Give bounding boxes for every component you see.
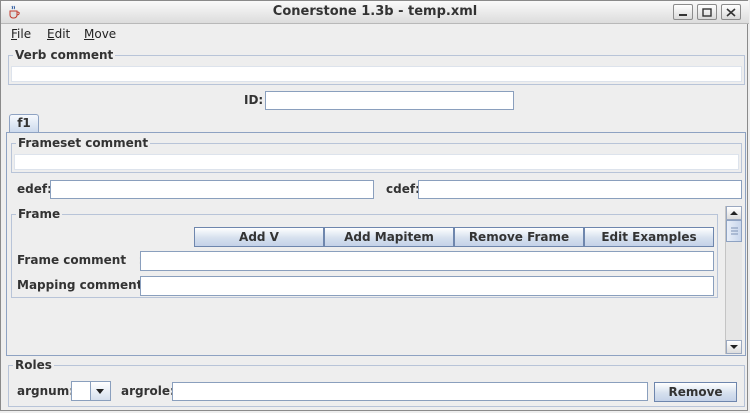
frame-comment-label: Frame comment : xyxy=(17,253,144,267)
argrole-label: argrole: xyxy=(121,384,175,398)
remove-role-button[interactable]: Remove xyxy=(654,382,737,402)
menu-file[interactable]: File xyxy=(11,27,31,41)
argnum-dropdown-button[interactable] xyxy=(90,382,110,400)
grip-icon xyxy=(731,227,738,235)
mapping-comment-field[interactable] xyxy=(140,276,714,296)
argrole-field[interactable] xyxy=(172,382,648,401)
edit-examples-button[interactable]: Edit Examples xyxy=(584,227,714,247)
add-mapitem-button[interactable]: Add Mapitem xyxy=(324,227,454,247)
close-icon xyxy=(726,8,736,17)
maximize-button[interactable] xyxy=(697,4,717,20)
scroll-thumb[interactable] xyxy=(726,220,742,242)
menu-bar: File Edit Move xyxy=(1,24,749,44)
tab-f1[interactable]: f1 xyxy=(9,114,39,133)
arrow-up-icon xyxy=(730,211,738,215)
argnum-combobox[interactable] xyxy=(71,381,111,401)
frame-label: Frame xyxy=(16,207,63,221)
arrow-down-icon xyxy=(730,345,738,349)
window-title: Conerstone 1.3b - temp.xml xyxy=(272,4,478,19)
cdef-field[interactable] xyxy=(418,180,742,199)
edef-field[interactable] xyxy=(50,180,374,199)
title-bar[interactable]: Conerstone 1.3b - temp.xml xyxy=(1,1,749,24)
verb-comment-field[interactable] xyxy=(11,66,742,82)
frame-comment-field[interactable] xyxy=(140,251,714,271)
cdef-label: cdef: xyxy=(386,182,420,196)
frameset-comment-label: Frameset comment xyxy=(16,136,151,150)
remove-frame-button[interactable]: Remove Frame xyxy=(454,227,584,247)
chevron-down-icon xyxy=(96,389,104,394)
frameset-comment-field[interactable] xyxy=(14,154,739,170)
scroll-down-button[interactable] xyxy=(726,340,742,354)
scroll-up-button[interactable] xyxy=(726,206,742,220)
roles-label: Roles xyxy=(13,358,54,372)
maximize-icon xyxy=(702,8,712,17)
minimize-icon xyxy=(679,14,687,16)
minimize-button[interactable] xyxy=(673,4,693,20)
add-v-button[interactable]: Add V xyxy=(194,227,324,247)
app-window: Conerstone 1.3b - temp.xml File Edit Mov… xyxy=(0,0,749,411)
menu-edit[interactable]: Edit xyxy=(47,27,70,41)
edef-label: edef: xyxy=(17,182,52,196)
frame-scrollbar[interactable] xyxy=(725,206,742,354)
close-button[interactable] xyxy=(721,4,741,20)
id-label: ID: xyxy=(244,93,264,107)
mapping-comment-label: Mapping comment: xyxy=(17,278,148,292)
menu-move[interactable]: Move xyxy=(84,27,116,41)
tab-f1-label: f1 xyxy=(17,116,31,130)
frameset-comment-group: Frameset comment xyxy=(11,136,742,173)
argnum-label: argnum: xyxy=(17,384,74,398)
verb-comment-label: Verb comment xyxy=(13,48,116,62)
verb-comment-group: Verb comment xyxy=(8,48,745,85)
id-field[interactable] xyxy=(265,91,514,110)
